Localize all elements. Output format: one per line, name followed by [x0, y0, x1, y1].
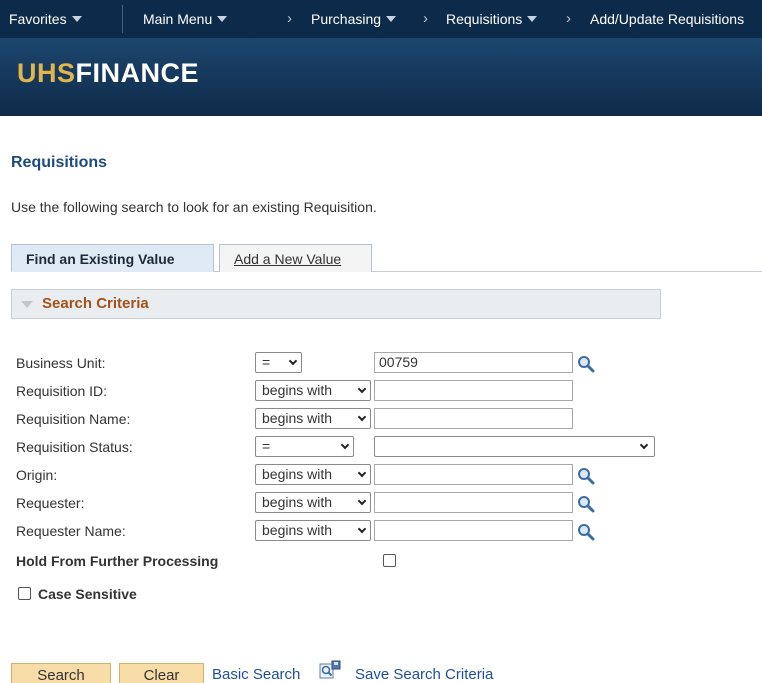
operator-value: =: [262, 354, 271, 370]
section-title: Search Criteria: [42, 295, 149, 312]
requisition-name-operator[interactable]: begins with: [255, 408, 371, 429]
search-criteria-section[interactable]: Search Criteria: [11, 289, 661, 319]
basic-search-link[interactable]: Basic Search: [212, 666, 300, 683]
breadcrumb-label: Purchasing: [311, 11, 382, 27]
hold-processing-label: Hold From Further Processing: [16, 553, 219, 569]
requester-operator[interactable]: begins with: [255, 492, 371, 513]
business-unit-label: Business Unit:: [16, 355, 106, 371]
chevron-down-icon: [357, 412, 367, 422]
chevron-down-icon: [639, 440, 649, 450]
lookup-magnifier-icon[interactable]: [577, 523, 595, 541]
nav-divider: [122, 5, 123, 33]
breadcrumb-add-update[interactable]: Add/Update Requisitions: [590, 11, 744, 27]
requester-input[interactable]: [374, 492, 573, 513]
requisition-status-select[interactable]: [374, 436, 655, 457]
lookup-magnifier-icon[interactable]: [577, 355, 595, 373]
operator-value: begins with: [262, 410, 333, 426]
main-menu-label: Main Menu: [143, 11, 213, 27]
dropdown-triangle-icon: [386, 16, 397, 22]
breadcrumb-chevron-icon: ›: [423, 10, 428, 27]
save-search-criteria-link[interactable]: Save Search Criteria: [355, 666, 493, 683]
requisition-id-label: Requisition ID:: [16, 383, 108, 399]
chevron-down-icon: [357, 384, 367, 394]
operator-value: begins with: [262, 466, 333, 482]
tab-find-existing[interactable]: Find an Existing Value: [11, 244, 214, 272]
operator-value: begins with: [262, 494, 333, 510]
instructions-text: Use the following search to look for an …: [11, 199, 377, 215]
requester-name-label: Requester Name:: [16, 523, 126, 539]
requisition-name-label: Requisition Name:: [16, 411, 131, 427]
brand-part-finance: FINANCE: [75, 58, 200, 88]
breadcrumb-purchasing[interactable]: Purchasing: [311, 11, 397, 27]
chevron-down-icon: [357, 496, 367, 506]
search-button[interactable]: Search: [11, 663, 111, 683]
save-search-icon[interactable]: [319, 660, 341, 680]
header-banner: UHSFINANCE: [0, 38, 762, 116]
main-menu[interactable]: Main Menu: [143, 11, 228, 27]
requisition-id-input[interactable]: [374, 380, 573, 401]
requisition-name-input[interactable]: [374, 408, 573, 429]
requester-label: Requester:: [16, 495, 85, 511]
hold-processing-checkbox[interactable]: [383, 554, 396, 567]
origin-label: Origin:: [16, 467, 58, 483]
chevron-down-icon: [340, 440, 350, 450]
chevron-down-icon: [357, 524, 367, 534]
requester-name-operator[interactable]: begins with: [255, 520, 371, 541]
lookup-magnifier-icon[interactable]: [577, 467, 595, 485]
chevron-down-icon: [288, 356, 298, 366]
page-title: Requisitions: [11, 154, 108, 171]
favorites-menu[interactable]: Favorites: [9, 11, 82, 27]
business-unit-input[interactable]: 00759: [374, 352, 573, 373]
breadcrumb-requisitions[interactable]: Requisitions: [446, 11, 538, 27]
case-sensitive-label: Case Sensitive: [38, 586, 137, 602]
favorites-label: Favorites: [9, 11, 67, 27]
breadcrumb-label: Add/Update Requisitions: [590, 11, 745, 27]
requisition-status-label: Requisition Status:: [16, 439, 133, 455]
tab-add-new[interactable]: Add a New Value: [219, 244, 372, 272]
brand-logo: UHSFINANCE: [17, 58, 199, 89]
brand-part-uhs: UHS: [17, 58, 76, 88]
lookup-magnifier-icon[interactable]: [577, 495, 595, 513]
clear-button[interactable]: Clear: [119, 663, 204, 683]
operator-value: begins with: [262, 382, 333, 398]
requisition-status-operator[interactable]: =: [255, 436, 354, 457]
top-nav: Favorites Main Menu › Purchasing › Requi…: [0, 0, 762, 38]
collapse-triangle-icon: [21, 301, 33, 308]
origin-input[interactable]: [374, 464, 573, 485]
breadcrumb-label: Requisitions: [446, 11, 523, 27]
chevron-down-icon: [357, 468, 367, 478]
dropdown-triangle-icon: [527, 16, 538, 22]
dropdown-triangle-icon: [71, 16, 82, 22]
operator-value: =: [262, 438, 271, 454]
requisition-id-operator[interactable]: begins with: [255, 380, 371, 401]
dropdown-triangle-icon: [217, 16, 228, 22]
requester-name-input[interactable]: [374, 520, 573, 541]
tab-label: Add a New Value: [234, 251, 342, 267]
tab-label: Find an Existing Value: [26, 251, 175, 267]
origin-operator[interactable]: begins with: [255, 464, 371, 485]
case-sensitive-checkbox[interactable]: [18, 587, 31, 600]
operator-value: begins with: [262, 522, 333, 538]
breadcrumb-chevron-icon: ›: [287, 10, 292, 27]
business-unit-operator[interactable]: =: [255, 352, 302, 373]
breadcrumb-chevron-icon: ›: [566, 10, 571, 27]
